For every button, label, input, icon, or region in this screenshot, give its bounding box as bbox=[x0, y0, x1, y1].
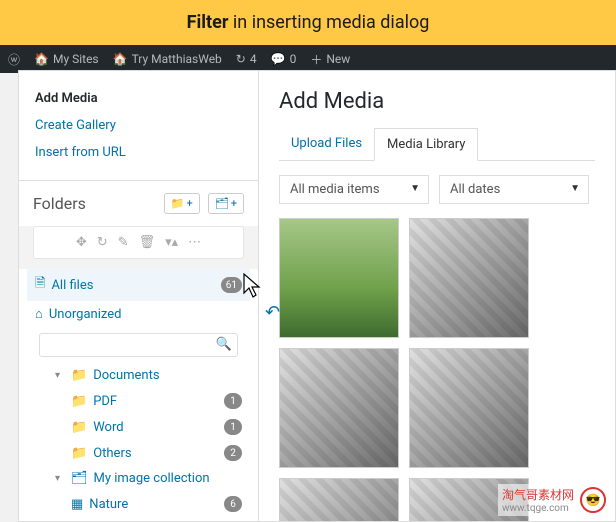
file-icon: 🗎 bbox=[35, 274, 45, 296]
folder-tree: 🗎 All files 61 ⌂ Unorganized 🔍 ▾ 📁 Docum… bbox=[19, 269, 258, 521]
refresh-icon[interactable]: ↻ bbox=[97, 235, 108, 250]
tabs: Upload Files Media Library bbox=[279, 128, 595, 161]
filters: All media items All dates bbox=[279, 175, 595, 204]
folders-title: Folders bbox=[33, 194, 156, 213]
media-actions: Add Media Create Gallery Insert from URL bbox=[19, 71, 258, 181]
new-gallery-button[interactable]: 🗂+ bbox=[208, 193, 244, 214]
folders-header: Folders 📁+ 🗂+ bbox=[19, 181, 258, 226]
insert-url-action[interactable]: Insert from URL bbox=[35, 139, 242, 166]
chevron-down-icon[interactable]: ▾ bbox=[55, 473, 65, 484]
media-type-select[interactable]: All media items bbox=[279, 175, 429, 204]
thumbnail-grid bbox=[279, 218, 595, 521]
media-thumbnail[interactable] bbox=[279, 478, 399, 521]
comments-link[interactable]: 💬 0 bbox=[271, 52, 297, 66]
home-icon: ⌂ bbox=[35, 306, 43, 322]
wp-admin-bar: ⓦ 🏠 My Sites 🏠 Try MatthiasWeb ↻ 4 💬 0 ＋… bbox=[0, 45, 616, 73]
banner-rest: in inserting media dialog bbox=[228, 12, 429, 33]
unorganized-row[interactable]: ⌂ Unorganized bbox=[27, 301, 250, 327]
folder-icon: 📁 bbox=[71, 420, 87, 435]
date-select[interactable]: All dates bbox=[439, 175, 589, 204]
search-icon[interactable]: 🔍 bbox=[216, 337, 232, 352]
gallery-icon: 🗂 bbox=[71, 471, 88, 486]
wp-logo-icon[interactable]: ⓦ bbox=[8, 51, 20, 68]
site-link[interactable]: 🏠 Try MatthiasWeb bbox=[113, 52, 222, 66]
main-panel: Add Media Upload Files Media Library All… bbox=[259, 71, 615, 521]
banner: Filter in inserting media dialog bbox=[0, 0, 616, 45]
delete-icon[interactable]: 🗑 bbox=[139, 235, 156, 250]
watermark: 淘气哥素材网 www.tqge.com 😎 bbox=[498, 484, 610, 516]
documents-row[interactable]: ▾ 📁 Documents bbox=[27, 363, 250, 388]
tab-library[interactable]: Media Library bbox=[374, 128, 478, 161]
pdf-row[interactable]: 📁 PDF 1 bbox=[27, 388, 250, 414]
all-files-row[interactable]: 🗎 All files 61 bbox=[27, 269, 250, 301]
new-folder-button[interactable]: 📁+ bbox=[164, 193, 200, 214]
move-icon[interactable]: ✥ bbox=[76, 235, 87, 250]
others-row[interactable]: 📁 Others 2 bbox=[27, 440, 250, 466]
word-row[interactable]: 📁 Word 1 bbox=[27, 414, 250, 440]
folder-icon: 📁 bbox=[71, 394, 87, 409]
rename-icon[interactable]: ✎ bbox=[118, 235, 129, 250]
chevron-down-icon[interactable]: ▾ bbox=[55, 370, 65, 381]
create-gallery-action[interactable]: Create Gallery bbox=[35, 112, 242, 139]
media-thumbnail[interactable] bbox=[409, 348, 529, 468]
new-link[interactable]: ＋ New bbox=[310, 51, 350, 68]
media-thumbnail[interactable] bbox=[279, 348, 399, 468]
tab-upload[interactable]: Upload Files bbox=[279, 128, 374, 160]
count-badge: 61 bbox=[221, 277, 242, 293]
grid-icon: ▦ bbox=[71, 497, 83, 512]
left-column: Add Media Create Gallery Insert from URL… bbox=[19, 71, 259, 521]
media-thumbnail[interactable] bbox=[409, 218, 529, 338]
banner-bold: Filter bbox=[187, 12, 229, 33]
media-dialog: Add Media Create Gallery Insert from URL… bbox=[18, 70, 616, 522]
folder-toolbar: ✥ ↻ ✎ 🗑 ▾▴ ⋯ bbox=[33, 226, 244, 259]
add-media-action[interactable]: Add Media bbox=[35, 85, 242, 112]
main-title: Add Media bbox=[279, 89, 595, 114]
folder-icon: 📁 bbox=[71, 446, 87, 461]
updates-link[interactable]: ↻ 4 bbox=[236, 52, 257, 66]
sort-icon[interactable]: ▾▴ bbox=[165, 235, 178, 250]
folder-search: 🔍 bbox=[39, 333, 238, 357]
watermark-face-icon: 😎 bbox=[580, 487, 606, 513]
media-thumbnail[interactable] bbox=[279, 218, 399, 338]
office-row[interactable]: ▸ ▦ Office bbox=[27, 517, 250, 521]
folder-icon: 📁 bbox=[71, 368, 87, 383]
my-sites-link[interactable]: 🏠 My Sites bbox=[34, 52, 99, 66]
more-icon[interactable]: ⋯ bbox=[188, 235, 201, 250]
collection-row[interactable]: ▾ 🗂 My image collection bbox=[27, 466, 250, 491]
nature-row[interactable]: ▦ Nature 6 bbox=[27, 491, 250, 517]
search-input[interactable] bbox=[39, 333, 238, 357]
